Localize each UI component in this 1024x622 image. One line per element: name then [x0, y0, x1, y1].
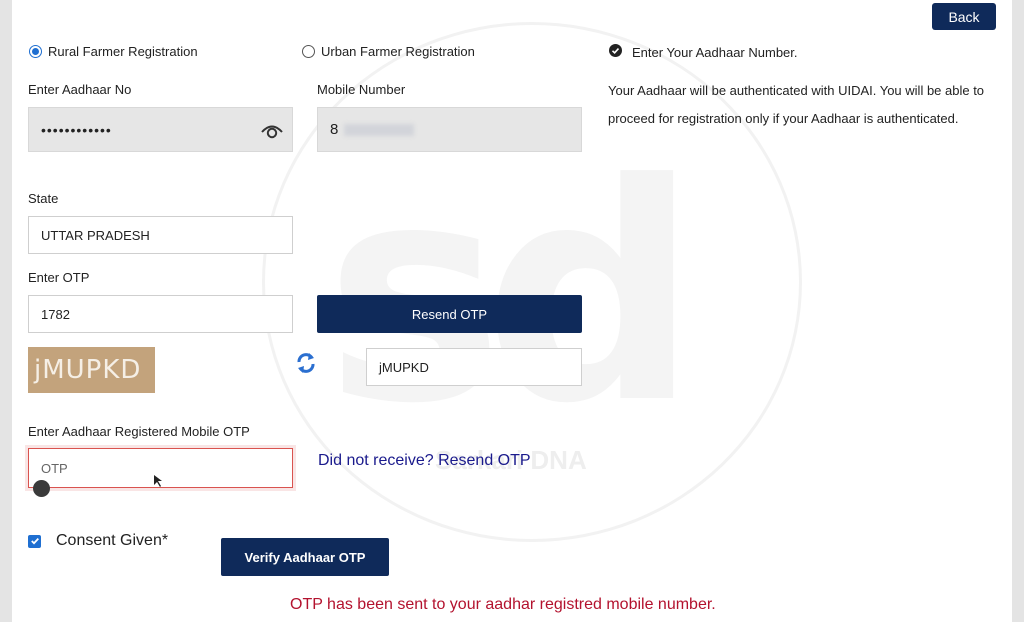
aadhaar-label: Enter Aadhaar No: [28, 82, 132, 97]
radio-urban-label: Urban Farmer Registration: [321, 44, 475, 59]
mobile-input[interactable]: 8: [317, 107, 582, 152]
consent-checkbox[interactable]: [28, 534, 41, 548]
check-icon: [30, 537, 39, 545]
consent-row[interactable]: Consent Given*: [28, 532, 168, 550]
mobile-label: Mobile Number: [317, 82, 406, 97]
radio-rural[interactable]: Rural Farmer Registration: [29, 44, 198, 59]
otp-input[interactable]: 1782: [28, 295, 293, 333]
captcha-text: jMUPKD: [34, 355, 142, 385]
verify-aadhaar-otp-button[interactable]: Verify Aadhaar OTP: [221, 538, 389, 576]
back-button[interactable]: Back: [932, 3, 996, 30]
captcha-image: jMUPKD: [28, 347, 155, 393]
check-circle-icon: [609, 44, 622, 60]
radio-rural-label: Rural Farmer Registration: [48, 44, 198, 59]
aadhaar-otp-placeholder: OTP: [41, 460, 68, 476]
info-title: Enter Your Aadhaar Number.: [632, 44, 798, 60]
otp-sent-message: OTP has been sent to your aadhar registr…: [290, 596, 716, 613]
captcha-input[interactable]: jMUPKD: [366, 348, 582, 386]
state-value: UTTAR PRADESH: [41, 227, 150, 243]
registration-card: sd Sarkari DNA Back Rural Farmer Registr…: [12, 0, 1012, 622]
eye-icon[interactable]: [260, 119, 284, 144]
aadhaar-input[interactable]: ••••••••••••: [28, 107, 293, 152]
refresh-icon[interactable]: [295, 350, 317, 381]
mouse-cursor-icon: [153, 474, 163, 493]
radio-urban[interactable]: Urban Farmer Registration: [302, 44, 475, 59]
aadhaar-otp-label: Enter Aadhaar Registered Mobile OTP: [28, 424, 250, 439]
info-title-row: Enter Your Aadhaar Number.: [609, 44, 798, 60]
radio-unselected-icon[interactable]: [302, 45, 315, 58]
otp-value: 1782: [41, 306, 70, 322]
otp-label: Enter OTP: [28, 270, 90, 285]
info-body: Your Aadhaar will be authenticated with …: [608, 83, 985, 126]
mobile-blur: [344, 123, 415, 136]
resend-otp-link[interactable]: Did not receive? Resend OTP: [318, 452, 531, 470]
state-label: State: [28, 191, 59, 206]
consent-label: Consent Given*: [56, 532, 169, 549]
captcha-input-value: jMUPKD: [379, 359, 429, 375]
aadhaar-value: ••••••••••••: [41, 121, 112, 138]
radio-selected-icon[interactable]: [29, 45, 42, 58]
grammar-assist-icon[interactable]: [33, 480, 50, 497]
state-input[interactable]: UTTAR PRADESH: [28, 216, 293, 254]
mobile-value: 8: [330, 121, 339, 138]
resend-otp-button[interactable]: Resend OTP: [317, 295, 582, 333]
